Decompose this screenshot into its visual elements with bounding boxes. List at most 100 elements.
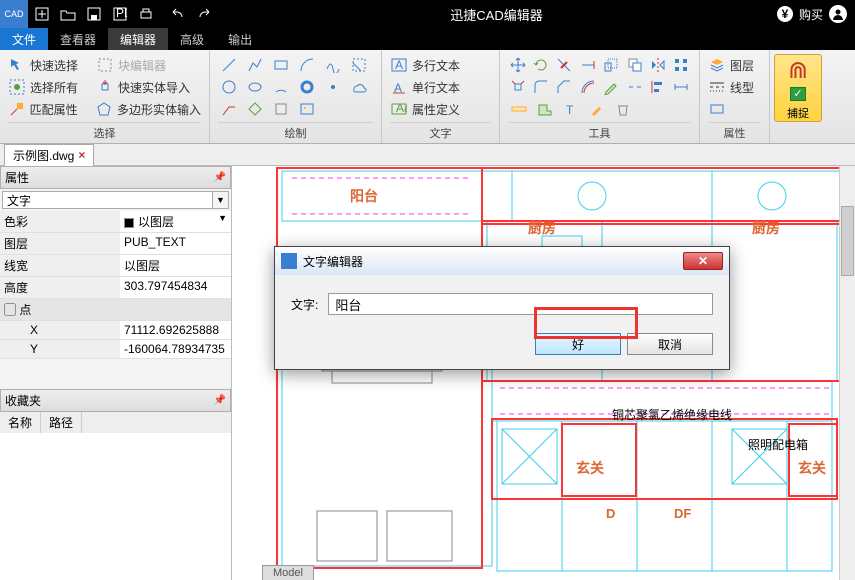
text-editor-dialog: 文字编辑器 ✕ 文字: 好 取消	[274, 246, 730, 370]
pin-icon[interactable]: 📌	[214, 172, 226, 183]
model-tab[interactable]: Model	[262, 565, 314, 580]
tab-editor[interactable]: 编辑器	[108, 28, 168, 50]
draw-arc2-icon[interactable]	[270, 76, 292, 98]
chevron-down-icon[interactable]: ▼	[213, 191, 229, 209]
tool-rotate-icon[interactable]	[531, 54, 550, 76]
draw-rect-icon[interactable]	[270, 54, 292, 76]
stext-button[interactable]: 单行文本	[412, 79, 460, 96]
prop-color-value[interactable]: 以图层▼	[120, 211, 231, 232]
linetype-button[interactable]: 线型	[730, 79, 754, 96]
tab-advanced[interactable]: 高级	[168, 28, 216, 50]
fav-col-path[interactable]: 路径	[41, 412, 82, 433]
dialog-field-label: 文字:	[291, 296, 318, 313]
prop-layer-value[interactable]: PUB_TEXT	[120, 233, 231, 254]
prop-height-value[interactable]: 303.797454834	[120, 277, 231, 298]
print-icon[interactable]	[134, 5, 158, 23]
app-title: 迅捷CAD编辑器	[216, 5, 777, 24]
svg-text:Aa: Aa	[396, 101, 407, 115]
tool-align-icon[interactable]	[648, 76, 667, 98]
label-kitchen-2: 厨房	[752, 218, 780, 238]
close-icon[interactable]: ×	[78, 148, 85, 162]
document-tab[interactable]: 示例图.dwg ×	[4, 144, 94, 166]
tool-dim-icon[interactable]	[672, 76, 691, 98]
tool-brush-icon[interactable]	[586, 98, 608, 120]
prop-point-header[interactable]: ▢ 点	[0, 299, 231, 320]
selection-type-combo[interactable]	[2, 191, 213, 209]
polygon-input-button[interactable]: 多边形实体输入	[117, 101, 201, 118]
attrdef-button[interactable]: 属性定义	[412, 101, 460, 118]
tool-area-icon[interactable]	[534, 98, 556, 120]
tool-fillet-icon[interactable]	[531, 76, 550, 98]
open-icon[interactable]	[56, 5, 80, 23]
tool-extend-icon[interactable]	[578, 54, 597, 76]
undo-icon[interactable]	[166, 5, 190, 23]
tool-measure-icon[interactable]	[508, 98, 530, 120]
redo-icon[interactable]	[192, 5, 216, 23]
app-logo: CAD	[0, 0, 28, 28]
scrollbar-thumb[interactable]	[841, 206, 854, 276]
label-kitchen-1: 厨房	[528, 218, 556, 238]
fav-col-name[interactable]: 名称	[0, 412, 41, 433]
tool-edit-icon[interactable]	[602, 76, 621, 98]
group-draw-label: 绘制	[218, 122, 373, 141]
tool-mirror-icon[interactable]	[648, 54, 667, 76]
prop-lineweight-value[interactable]: 以图层	[120, 255, 231, 276]
draw-circle-icon[interactable]	[218, 76, 240, 98]
new-icon[interactable]	[30, 5, 54, 23]
capture-button[interactable]: ⋒ ✓ 捕捉	[774, 54, 822, 122]
capture-label: 捕捉	[787, 105, 809, 121]
quick-select-button[interactable]: 快速选择	[30, 57, 78, 74]
tool-offset-icon[interactable]	[578, 76, 597, 98]
vertical-scrollbar[interactable]	[839, 166, 855, 580]
draw-ellipse-icon[interactable]	[244, 76, 266, 98]
pdf-icon[interactable]: PDF	[108, 5, 132, 23]
match-props-button[interactable]: 匹配属性	[30, 101, 78, 118]
dialog-close-button[interactable]: ✕	[683, 252, 723, 270]
prop-x-value[interactable]: 71112.692625888	[120, 321, 231, 339]
quick-import-button[interactable]: 快速实体导入	[118, 79, 190, 96]
tab-file[interactable]: 文件	[0, 28, 48, 50]
tool-scale-icon[interactable]	[602, 54, 621, 76]
drawing-canvas[interactable]: 阳台 厨房 厨房 玄关 玄关 铜芯聚氯乙烯绝缘电线 照明配电箱 D DF Mod…	[232, 166, 855, 580]
draw-arc-icon[interactable]	[296, 54, 318, 76]
pin-icon[interactable]: 📌	[214, 395, 226, 406]
group-props-label: 属性	[708, 122, 761, 141]
currency-icon: ¥	[777, 6, 793, 22]
tool-purge-icon[interactable]	[612, 98, 634, 120]
tab-viewer[interactable]: 查看器	[48, 28, 108, 50]
props-drop-icon[interactable]	[708, 100, 726, 118]
mtext-button[interactable]: 多行文本	[412, 57, 460, 74]
tool-copy-icon[interactable]	[625, 54, 644, 76]
draw-polygon-icon[interactable]	[244, 98, 266, 120]
dialog-text-input[interactable]	[328, 293, 713, 315]
label-df: DF	[674, 506, 691, 521]
draw-line-icon[interactable]	[218, 54, 240, 76]
draw-leader-icon[interactable]	[218, 98, 240, 120]
draw-polyline-icon[interactable]	[244, 54, 266, 76]
draw-cloud-icon[interactable]	[348, 76, 370, 98]
draw-image-icon[interactable]	[296, 98, 318, 120]
buy-link[interactable]: 购买	[799, 6, 823, 23]
draw-block-icon[interactable]	[270, 98, 292, 120]
layers-button[interactable]: 图层	[730, 57, 754, 74]
tool-chamfer-icon[interactable]	[555, 76, 574, 98]
tool-trim-icon[interactable]	[555, 54, 574, 76]
select-all-button[interactable]: 选择所有	[30, 79, 78, 96]
favorites-list	[0, 433, 231, 580]
draw-point-icon[interactable]	[322, 76, 344, 98]
tool-break-icon[interactable]	[625, 76, 644, 98]
tab-output[interactable]: 输出	[216, 28, 264, 50]
user-icon[interactable]	[829, 5, 847, 23]
label-balcony: 阳台	[350, 186, 378, 206]
draw-donut-icon[interactable]	[296, 76, 318, 98]
dialog-ok-button[interactable]: 好	[535, 333, 621, 355]
tool-move-icon[interactable]	[508, 54, 527, 76]
tool-text-icon[interactable]: T	[560, 98, 582, 120]
prop-y-value[interactable]: -160064.78934735	[120, 340, 231, 358]
save-icon[interactable]	[82, 5, 106, 23]
draw-spline-icon[interactable]	[322, 54, 344, 76]
draw-hatch-icon[interactable]	[348, 54, 370, 76]
tool-explode-icon[interactable]	[508, 76, 527, 98]
tool-array-icon[interactable]	[672, 54, 691, 76]
dialog-cancel-button[interactable]: 取消	[627, 333, 713, 355]
